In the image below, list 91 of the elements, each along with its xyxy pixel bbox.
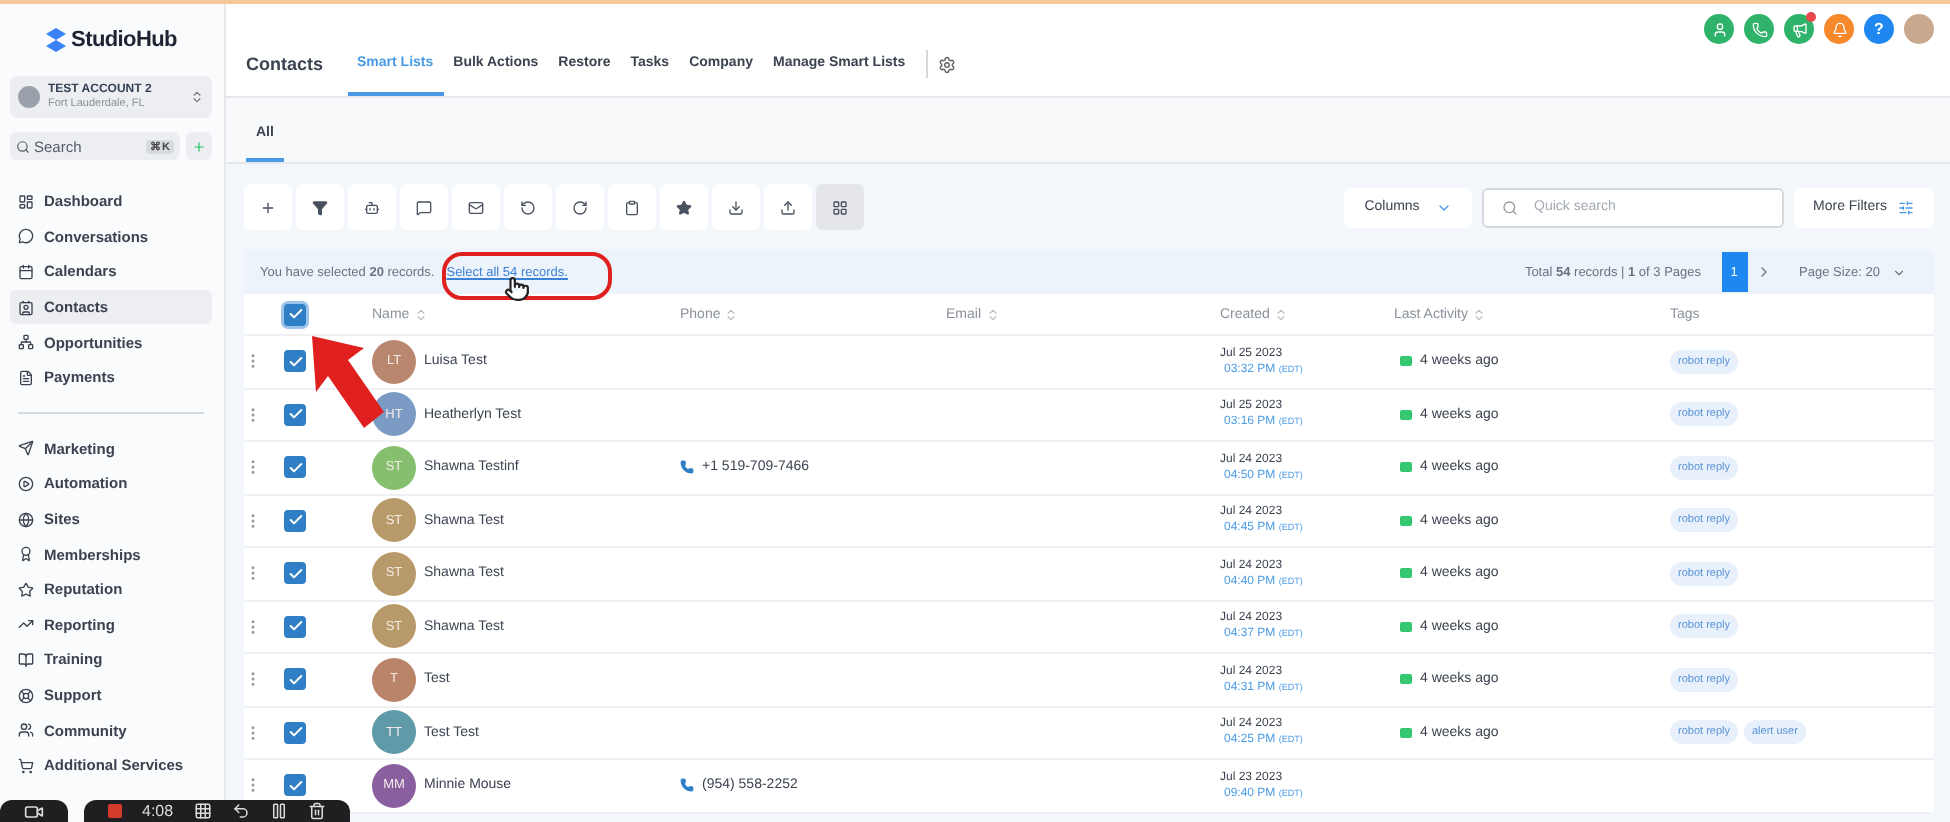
phone-icon[interactable]	[1744, 14, 1774, 44]
page-title: Contacts	[246, 54, 324, 78]
book-icon	[18, 651, 34, 668]
row-checkbox[interactable]	[284, 456, 306, 479]
person-icon[interactable]	[1704, 14, 1734, 44]
toolbar-button[interactable]	[816, 184, 864, 230]
sort-icon[interactable]	[413, 307, 428, 321]
user-avatar[interactable]	[1904, 14, 1934, 44]
sliders-icon	[1898, 199, 1915, 215]
help-button[interactable]: ?	[1864, 14, 1894, 44]
chat-bubble-icon	[18, 228, 34, 245]
calendar-icon	[18, 263, 34, 280]
toolbar-button[interactable]	[608, 184, 656, 230]
contact-card-icon	[18, 299, 34, 316]
toolbar-button[interactable]	[452, 184, 500, 230]
row-checkbox[interactable]	[284, 615, 306, 638]
cart-icon	[18, 757, 34, 774]
message-icon	[1400, 727, 1412, 738]
network-icon	[18, 334, 34, 351]
message-icon	[1400, 356, 1412, 367]
message-icon	[1400, 568, 1412, 579]
row-checkbox[interactable]	[284, 668, 306, 691]
pause-icon[interactable]	[269, 802, 288, 820]
row-checkbox[interactable]	[284, 562, 306, 585]
sort-icon[interactable]	[724, 307, 739, 321]
camera-button[interactable]	[0, 800, 68, 822]
lifebuoy-icon	[18, 687, 34, 704]
hand-cursor-icon	[504, 276, 530, 302]
row-checkbox[interactable]	[284, 350, 306, 373]
message-icon	[416, 199, 432, 215]
logo-icon	[45, 28, 66, 52]
toolbar-button[interactable]	[296, 184, 344, 230]
plus-icon	[260, 199, 276, 215]
trash-icon[interactable]	[307, 802, 326, 820]
sort-icon[interactable]	[1471, 307, 1486, 321]
grid-icon[interactable]	[193, 802, 212, 820]
robot-icon	[364, 199, 380, 215]
toolbar-button[interactable]	[764, 184, 812, 230]
rotate-left-icon	[520, 199, 536, 215]
filter-icon	[312, 199, 328, 215]
toolbar-button[interactable]	[400, 184, 448, 230]
grid-icon	[832, 199, 848, 215]
annotation-arrow	[308, 332, 388, 432]
chevron-updown-icon	[190, 90, 204, 104]
dashboard-icon	[18, 193, 34, 210]
toolbar-button[interactable]	[660, 184, 708, 230]
toolbar-button[interactable]	[504, 184, 552, 230]
recording-time: 4:08	[142, 802, 174, 820]
message-icon	[1400, 621, 1412, 632]
chevron-down-icon	[1892, 265, 1906, 279]
row-checkbox[interactable]	[284, 721, 306, 744]
message-icon	[1400, 674, 1412, 685]
phone-icon	[680, 778, 694, 793]
search-icon	[1502, 199, 1518, 215]
mail-icon	[468, 199, 484, 215]
award-icon	[18, 546, 34, 563]
bell-icon[interactable]	[1824, 14, 1854, 44]
globe-icon	[18, 511, 34, 528]
message-icon	[1400, 409, 1412, 420]
phone-icon	[680, 460, 694, 475]
search-icon	[16, 139, 30, 153]
rotate-right-icon	[572, 199, 588, 215]
message-icon	[1400, 515, 1412, 526]
account-avatar	[18, 86, 40, 108]
select-all-checkbox[interactable]	[284, 303, 306, 325]
sort-icon[interactable]	[1273, 307, 1288, 321]
megaphone-icon[interactable]	[1784, 14, 1814, 44]
people-icon	[18, 722, 34, 739]
undo-icon[interactable]	[231, 802, 250, 820]
trend-icon	[18, 616, 34, 633]
download-icon	[728, 199, 744, 215]
document-icon	[18, 369, 34, 386]
star-icon	[676, 199, 692, 215]
upload-icon	[780, 199, 796, 215]
send-icon	[18, 440, 34, 457]
camera-icon	[24, 801, 44, 821]
sort-icon[interactable]	[985, 307, 1000, 321]
play-icon	[18, 475, 34, 492]
row-checkbox[interactable]	[284, 509, 306, 532]
row-checkbox[interactable]	[284, 403, 306, 426]
row-checkbox[interactable]	[284, 774, 306, 797]
message-icon	[1400, 462, 1412, 473]
add-button[interactable]	[186, 132, 212, 160]
brand-name: StudioHub	[71, 28, 177, 52]
star-icon	[18, 581, 34, 598]
toolbar-button[interactable]	[348, 184, 396, 230]
clipboard-icon	[624, 199, 640, 215]
toolbar-button[interactable]	[712, 184, 760, 230]
settings-icon[interactable]	[937, 56, 956, 74]
toolbar-button[interactable]	[556, 184, 604, 230]
plus-icon	[192, 139, 206, 153]
